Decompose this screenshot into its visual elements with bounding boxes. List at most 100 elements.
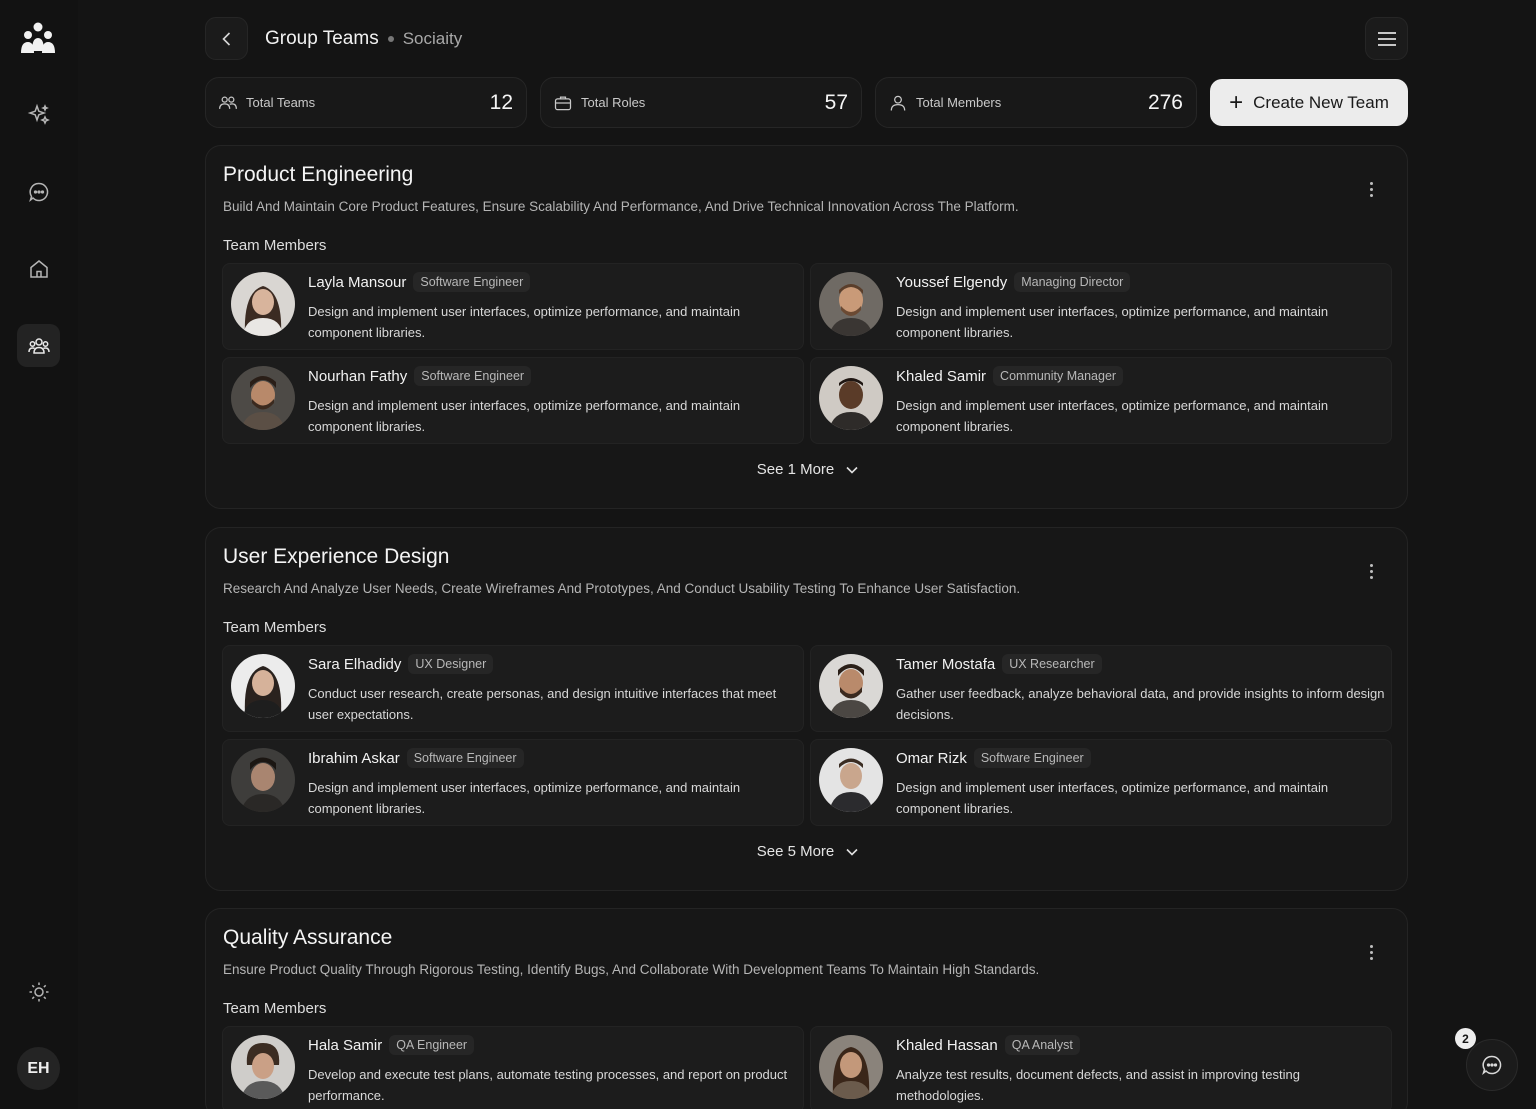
members-label: Team Members: [223, 1000, 327, 1017]
member-card[interactable]: Khaled Samir Community Manager Design an…: [810, 357, 1392, 444]
stat-label: Total Teams: [246, 95, 316, 110]
stat-total-members: Total Members 276: [875, 77, 1197, 128]
teams-icon[interactable]: [17, 324, 60, 367]
breadcrumb-separator: [387, 36, 394, 42]
chat-icon: [1482, 1055, 1502, 1076]
see-more-label: See 1 More: [756, 461, 835, 478]
stat-value: 57: [824, 90, 848, 114]
member-avatar: [819, 366, 883, 430]
member-role-badge: QA Engineer: [389, 1035, 475, 1055]
member-avatar: [819, 654, 883, 718]
member-description: Gather user feedback, analyze behavioral…: [896, 686, 1385, 722]
member-name: Tamer Mostafa: [896, 655, 996, 673]
member-name: Khaled Hassan: [896, 1036, 998, 1054]
chevron-left-icon: [221, 31, 230, 46]
member-avatar: [819, 1035, 883, 1099]
member-card[interactable]: Hala Samir QA Engineer Develop and execu…: [222, 1026, 804, 1109]
sun-icon[interactable]: [17, 970, 60, 1013]
members-label: Team Members: [223, 237, 327, 254]
briefcase-icon: [553, 93, 573, 113]
member-avatar: [231, 366, 295, 430]
member-role-badge: Software Engineer: [413, 272, 531, 292]
member-description: Design and implement user interfaces, op…: [308, 304, 741, 340]
member-name: Youssef Elgendy: [896, 273, 1008, 291]
member-role-badge: Managing Director: [1014, 272, 1131, 292]
team-card-product-engineering: Product Engineering Build And Maintain C…: [205, 145, 1408, 509]
member-role-badge: Software Engineer: [406, 748, 524, 768]
member-card[interactable]: Nourhan Fathy Software Engineer Design a…: [222, 357, 804, 444]
member-description: Develop and execute test plans, automate…: [308, 1067, 788, 1103]
member-avatar: [819, 748, 883, 812]
member-role-badge: Software Engineer: [414, 366, 532, 386]
page-subtitle: Sociaity: [402, 29, 463, 48]
member-avatar: [231, 272, 295, 336]
member-description: Design and implement user interfaces, op…: [896, 398, 1329, 434]
member-avatar: [819, 272, 883, 336]
members-label: Team Members: [223, 619, 327, 636]
plus-icon: +: [1229, 88, 1244, 116]
chevron-down-icon: [846, 466, 858, 474]
chat-icon[interactable]: [17, 170, 60, 213]
member-role-badge: Community Manager: [993, 366, 1124, 386]
page-title: Group Teams: [265, 28, 379, 49]
member-role-badge: QA Analyst: [1004, 1035, 1080, 1055]
member-description: Conduct user research, create personas, …: [308, 686, 777, 722]
member-description: Design and implement user interfaces, op…: [308, 398, 741, 434]
team-description: Ensure Product Quality Through Rigorous …: [223, 962, 1040, 977]
create-new-team-button[interactable]: + Create New Team: [1210, 79, 1408, 126]
back-button[interactable]: [205, 17, 248, 60]
stat-label: Total Members: [916, 95, 1002, 110]
team-card-user-experience-design: User Experience Design Research And Anal…: [205, 527, 1408, 891]
member-avatar: [231, 748, 295, 812]
member-name: Sara Elhadidy: [308, 655, 402, 673]
team-description: Build And Maintain Core Product Features…: [223, 199, 1019, 214]
member-card[interactable]: Layla Mansour Software Engineer Design a…: [222, 263, 804, 350]
member-name: Nourhan Fathy: [308, 367, 408, 385]
see-more-label: See 5 More: [756, 843, 835, 860]
member-name: Omar Rizk: [896, 749, 967, 767]
user-icon: [888, 93, 908, 113]
member-avatar: [231, 1035, 295, 1099]
member-role-badge: UX Designer: [408, 654, 494, 674]
member-name: Hala Samir: [308, 1036, 383, 1054]
breadcrumb: Group Teams Sociaity: [265, 27, 462, 51]
sparkle-icon[interactable]: [17, 93, 60, 136]
member-description: Design and implement user interfaces, op…: [896, 780, 1329, 816]
teams-icon: [218, 93, 238, 113]
member-description: Analyze test results, document defects, …: [896, 1067, 1300, 1103]
member-description: Design and implement user interfaces, op…: [308, 780, 741, 816]
team-name: Product Engineering: [223, 163, 414, 186]
member-card[interactable]: Ibrahim Askar Software Engineer Design a…: [222, 739, 804, 826]
stat-total-teams: Total Teams 12: [205, 77, 527, 128]
member-name: Layla Mansour: [308, 273, 407, 291]
home-icon[interactable]: [17, 247, 60, 290]
member-card[interactable]: Omar Rizk Software Engineer Design and i…: [810, 739, 1392, 826]
see-more-button[interactable]: See 5 More: [206, 843, 1407, 860]
team-name: User Experience Design: [223, 545, 450, 568]
app-logo[interactable]: [17, 18, 59, 60]
more-options-icon[interactable]: [1358, 558, 1384, 584]
more-options-icon[interactable]: [1358, 939, 1384, 965]
member-card[interactable]: Youssef Elgendy Managing Director Design…: [810, 263, 1392, 350]
user-avatar[interactable]: EH: [17, 1047, 60, 1090]
stat-total-roles: Total Roles 57: [540, 77, 862, 128]
see-more-button[interactable]: See 1 More: [206, 461, 1407, 478]
member-role-badge: Software Engineer: [973, 748, 1091, 768]
hamburger-icon: [1377, 31, 1396, 46]
member-card[interactable]: Khaled Hassan QA Analyst Analyze test re…: [810, 1026, 1392, 1109]
team-card-quality-assurance: Quality Assurance Ensure Product Quality…: [205, 908, 1408, 1109]
menu-button[interactable]: [1365, 17, 1408, 60]
member-avatar: [231, 654, 295, 718]
team-name: Quality Assurance: [223, 926, 393, 949]
chat-button[interactable]: [1466, 1039, 1518, 1091]
member-card[interactable]: Tamer Mostafa UX Researcher Gather user …: [810, 645, 1392, 732]
member-card[interactable]: Sara Elhadidy UX Designer Conduct user r…: [222, 645, 804, 732]
stat-label: Total Roles: [581, 95, 646, 110]
create-button-label: Create New Team: [1253, 92, 1389, 112]
more-options-icon[interactable]: [1358, 176, 1384, 202]
notification-badge: 2: [1455, 1028, 1476, 1049]
member-description: Design and implement user interfaces, op…: [896, 304, 1329, 340]
stat-value: 12: [489, 90, 513, 114]
team-description: Research And Analyze User Needs, Create …: [223, 581, 1021, 596]
chevron-down-icon: [846, 848, 858, 856]
